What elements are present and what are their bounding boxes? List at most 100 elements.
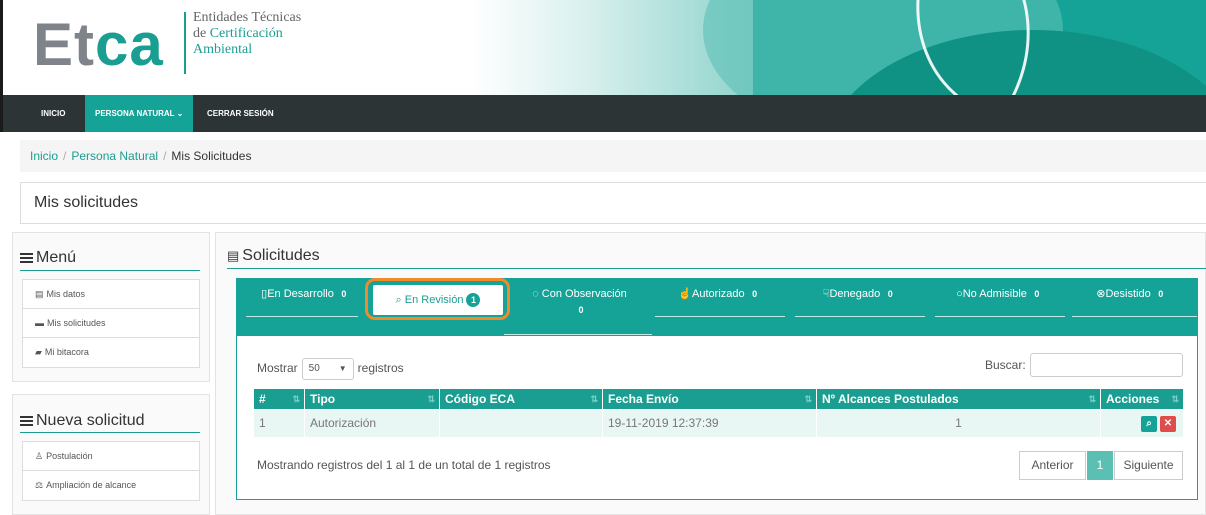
book-icon: ▰ <box>35 347 42 357</box>
sort-icon: ⇅ <box>427 394 435 404</box>
sidebar-nueva-list: ♙ Postulación ⚖ Ampliación de alcance <box>22 441 200 501</box>
column-header-number[interactable]: # ⇅ <box>254 389 305 409</box>
tab-en-desarrollo[interactable]: ▯En Desarrollo 0 <box>246 286 366 320</box>
sidebar-item-label: Ampliación de alcance <box>46 480 137 490</box>
tab-count: 0 <box>578 305 584 315</box>
pager-next[interactable]: Siguiente <box>1114 451 1183 480</box>
sidebar-item-label: Mis solicitudes <box>47 318 106 328</box>
sidebar-menu-title: Menú <box>20 249 76 267</box>
breadcrumb-current: Mis Solicitudes <box>171 149 252 163</box>
tab-count: 0 <box>887 289 893 299</box>
list-icon: ▬ <box>35 318 44 328</box>
top-navbar: INICIO PERSONA NATURAL ⌄ CERRAR SESIÓN <box>0 95 1206 132</box>
column-header-alcances[interactable]: Nº Alcances Postulados ⇅ <box>817 389 1101 409</box>
tab-count: 0 <box>752 289 758 299</box>
nav-inicio[interactable]: INICIO <box>31 95 75 132</box>
column-header-codigo[interactable]: Código ECA ⇅ <box>440 389 603 409</box>
sidebar-item-postulacion[interactable]: ♙ Postulación <box>23 442 199 471</box>
tab-divider <box>935 316 1065 317</box>
caret-down-icon: ▼ <box>338 364 347 373</box>
tab-count: 0 <box>1158 289 1164 299</box>
sidebar-item-mis-solicitudes[interactable]: ▬ Mis solicitudes <box>23 309 199 338</box>
page-length-control: Mostrar 50 ▼ registros <box>257 358 404 380</box>
delete-button[interactable]: ✕ <box>1160 416 1176 432</box>
search-label: Buscar: <box>985 358 1026 372</box>
tab-label: No Admisible <box>962 288 1027 300</box>
logo-letter: E <box>33 11 75 78</box>
id-card-icon: ▤ <box>35 289 44 299</box>
pager-page-1[interactable]: 1 <box>1087 451 1113 480</box>
thumbs-up-icon: ☝ <box>678 288 693 300</box>
nav-persona-label: PERSONA NATURAL <box>95 109 175 118</box>
tab-autorizado[interactable]: ☝Autorizado 0 <box>655 286 785 320</box>
column-header-label: Nº Alcances Postulados <box>822 392 959 406</box>
logo-subtitle-accent: Certificación <box>209 26 283 41</box>
column-header-acciones[interactable]: Acciones ⇅ <box>1101 389 1183 409</box>
page-title: Mis solicitudes <box>20 182 1206 224</box>
logo-subtitle-prefix: de <box>193 26 210 41</box>
user-icon: ♙ <box>35 451 44 461</box>
pager-previous[interactable]: Anterior <box>1019 451 1086 480</box>
circle-icon: ○ <box>956 288 963 300</box>
page-length-select[interactable]: 50 ▼ <box>301 358 354 380</box>
tab-label: Autorizado <box>692 288 745 300</box>
tab-denegado[interactable]: ☟Denegado 0 <box>795 286 925 320</box>
column-header-label: Código ECA <box>445 392 515 406</box>
sort-icon: ⇅ <box>1088 394 1096 404</box>
logo-subtitle-line: Ambiental <box>193 42 253 57</box>
tab-con-observacion[interactable]: ◌ Con Observación 0 <box>512 286 647 320</box>
column-header-label: Tipo <box>310 392 336 406</box>
sidebar-menu-list: ▤ Mis datos ▬ Mis solicitudes ▰ Mi bitacora <box>22 279 200 368</box>
search-input[interactable] <box>1030 353 1183 377</box>
column-header-label: # <box>259 392 266 406</box>
breadcrumb-persona-natural[interactable]: Persona Natural <box>71 149 158 163</box>
logo-separator <box>184 12 186 74</box>
sidebar-item-label: Mi bitacora <box>44 347 89 357</box>
tab-divider <box>504 334 652 335</box>
breadcrumb-inicio[interactable]: Inicio <box>30 149 58 163</box>
sort-icon: ⇅ <box>804 394 812 404</box>
close-icon: ✕ <box>1163 418 1173 429</box>
tab-label: Denegado <box>829 288 881 300</box>
column-header-fecha[interactable]: Fecha Envío ⇅ <box>603 389 817 409</box>
document-icon: ▤ <box>227 248 240 263</box>
table-info: Mostrando registros del 1 al 1 de un tot… <box>257 458 551 472</box>
nav-cerrar-sesion[interactable]: CERRAR SESIÓN <box>197 95 284 132</box>
tab-count: 0 <box>341 289 347 299</box>
logo-subtitle: Entidades Técnicas de Certificación Ambi… <box>193 10 301 58</box>
header-banner: Etca Entidades Técnicas de Certificación… <box>0 0 1206 95</box>
logo-subtitle-line: de Certificación <box>193 26 301 42</box>
search-icon: ⌕ <box>1146 418 1152 429</box>
chevron-down-icon: ⌄ <box>176 109 184 118</box>
highlight-annotation <box>365 278 510 320</box>
table-cell-tipo: Autorización <box>305 410 440 437</box>
tab-divider <box>246 316 358 317</box>
breadcrumb-separator: / <box>163 149 167 163</box>
view-button[interactable]: ⌕ <box>1141 416 1157 432</box>
tab-label: Con Observación <box>541 288 627 300</box>
breadcrumb: Inicio / Persona Natural / Mis Solicitudes <box>20 140 1206 172</box>
nav-persona-natural[interactable]: PERSONA NATURAL ⌄ <box>85 95 194 132</box>
scale-icon: ⚖ <box>35 480 44 490</box>
table-cell-fecha: 19-11-2019 12:37:39 <box>603 410 817 437</box>
tab-desistido[interactable]: ⊗Desistido 0 <box>1072 286 1192 320</box>
sidebar-item-ampliacion[interactable]: ⚖ Ampliación de alcance <box>23 471 199 500</box>
column-header-label: Acciones <box>1106 392 1160 406</box>
sidebar-rule <box>20 432 200 433</box>
sidebar-nueva-title-text: Nueva solicitud <box>36 412 145 429</box>
sidebar-nueva-title: Nueva solicitud <box>20 412 145 430</box>
tab-label: Desistido <box>1105 288 1151 300</box>
logo[interactable]: Etca <box>33 10 164 80</box>
tab-label: En Desarrollo <box>267 288 334 300</box>
sort-icon: ⇅ <box>292 394 300 404</box>
sort-icon: ⇅ <box>590 394 598 404</box>
sidebar-item-mi-bitacora[interactable]: ▰ Mi bitacora <box>23 338 199 367</box>
sidebar-rule <box>20 270 200 271</box>
tab-no-admisible[interactable]: ○No Admisible 0 <box>935 286 1065 320</box>
column-header-tipo[interactable]: Tipo ⇅ <box>305 389 440 409</box>
tab-count: 0 <box>1034 289 1040 299</box>
sidebar-item-label: Postulación <box>46 451 93 461</box>
tab-divider <box>1072 316 1197 317</box>
sidebar-item-mis-datos[interactable]: ▤ Mis datos <box>23 280 199 309</box>
tab-divider <box>795 316 925 317</box>
